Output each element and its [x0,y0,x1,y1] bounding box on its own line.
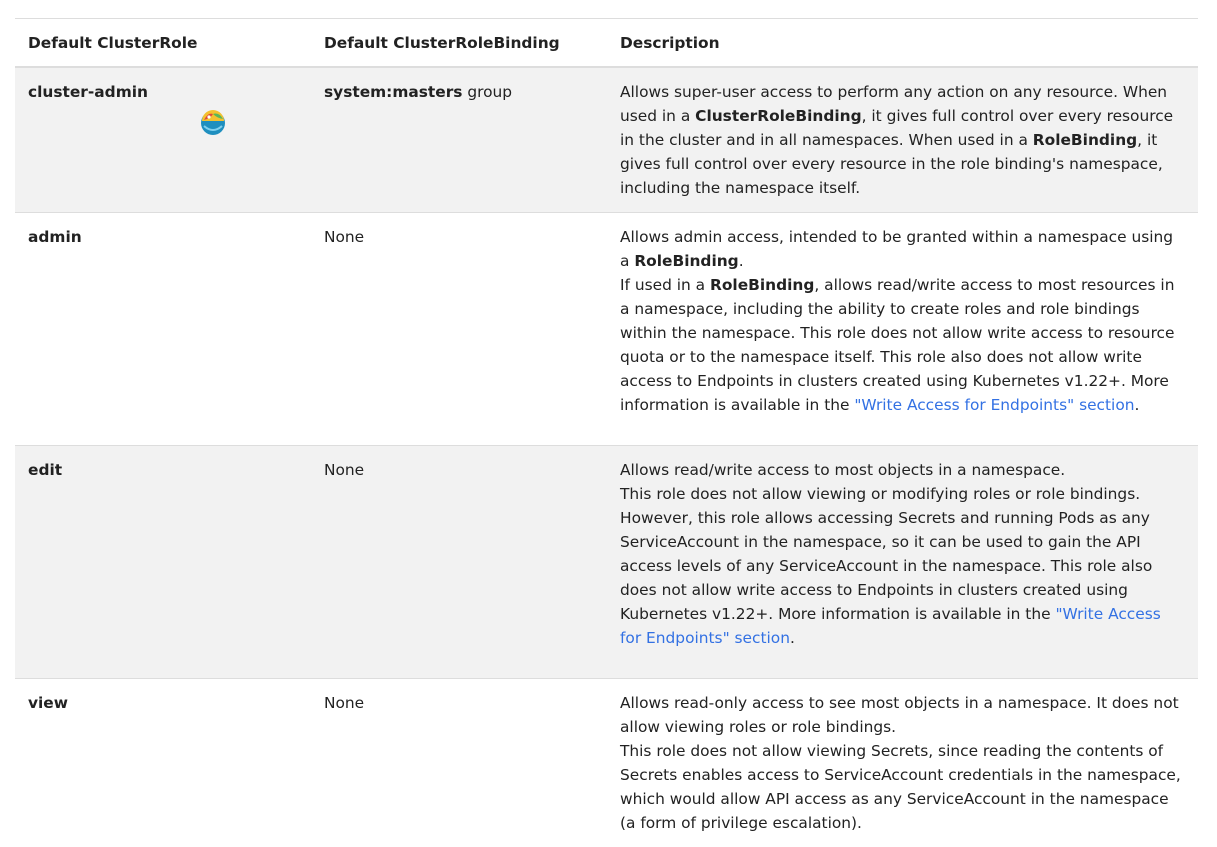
role-name: edit [28,461,62,479]
header-row: Default ClusterRole Default ClusterRoleB… [15,19,1198,67]
table-row-edit: edit None Allows read/write access to mo… [15,446,1198,679]
binding-value: None [324,694,364,712]
desc-text: , allows read/write access to most resou… [620,276,1174,414]
table-body: cluster-admin [15,67,1198,847]
role-cell-wrapper: cluster-admin [28,80,299,104]
write-access-endpoints-link[interactable]: "Write Access for Endpoints" section [854,396,1134,414]
cell-description: Allows read-only access to see most obje… [607,679,1198,847]
role-name: admin [28,228,82,246]
cell-description: Allows read/write access to most objects… [607,446,1198,679]
cell-binding: system:masters group [311,67,607,213]
desc-text: This role does not allow viewing Secrets… [620,742,1181,832]
role-name: cluster-admin [28,83,148,101]
desc-text: Allows read/write access to most objects… [620,461,1065,479]
cell-binding: None [311,446,607,679]
desc-text: Allows read-only access to see most obje… [620,694,1179,736]
cell-binding: None [311,679,607,847]
desc-text: . [1135,396,1140,414]
desc-text: . [790,629,795,647]
cell-role: admin [15,213,311,446]
default-clusterroles-table: Default ClusterRole Default ClusterRoleB… [15,19,1198,847]
desc-text: This role does not allow viewing or modi… [620,485,1152,623]
desc-text: . [739,252,744,270]
binding-suffix: group [462,83,512,101]
colorful-bowl-icon [199,108,227,136]
cell-description: Allows admin access, intended to be gran… [607,213,1198,446]
cell-role: edit [15,446,311,679]
binding-value: None [324,228,364,246]
desc-bold: RoleBinding [1033,131,1137,149]
binding-group-name: system:masters [324,83,462,101]
table-header: Default ClusterRole Default ClusterRoleB… [15,19,1198,67]
desc-text: If used in a [620,276,710,294]
desc-bold: RoleBinding [710,276,814,294]
table-row-cluster-admin: cluster-admin [15,67,1198,213]
cell-role: cluster-admin [15,67,311,213]
binding-value: None [324,461,364,479]
desc-bold: RoleBinding [634,252,738,270]
role-name: view [28,694,68,712]
header-default-clusterrolebinding: Default ClusterRoleBinding [311,19,607,67]
table-row-admin: admin None Allows admin access, intended… [15,213,1198,446]
table-row-view: view None Allows read-only access to see… [15,679,1198,847]
cell-description: Allows super-user access to perform any … [607,67,1198,213]
cell-binding: None [311,213,607,446]
header-description: Description [607,19,1198,67]
header-default-clusterrole: Default ClusterRole [15,19,311,67]
desc-bold: ClusterRoleBinding [695,107,861,125]
clusterrole-table-container: Default ClusterRole Default ClusterRoleB… [15,18,1198,847]
cell-role: view [15,679,311,847]
